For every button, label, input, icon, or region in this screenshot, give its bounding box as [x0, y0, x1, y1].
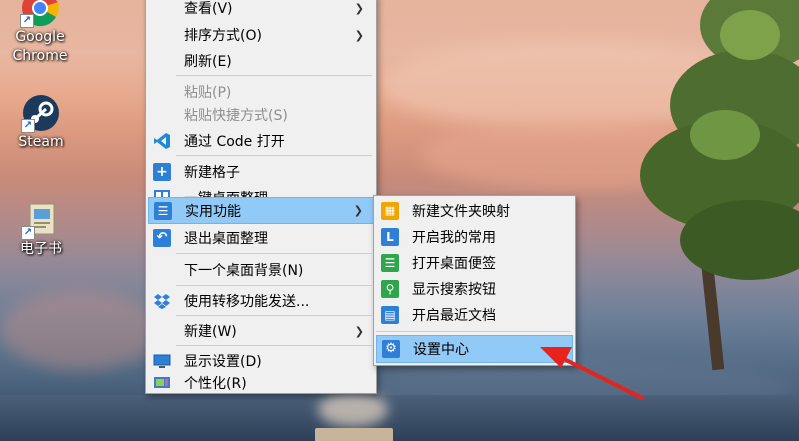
list-icon: ☰: [154, 202, 172, 220]
chrome-icon: ↗: [20, 0, 60, 28]
dropbox-icon: [153, 292, 171, 310]
display-icon: [153, 352, 171, 370]
menu-item-label: 粘贴快捷方式(S): [184, 108, 288, 124]
menu-item-label: 排序方式(O): [184, 28, 262, 44]
menu-item-label: 打开桌面便签: [412, 256, 496, 272]
menu-item-label: 开启最近文档: [412, 308, 496, 324]
menu-item-label: 使用转移功能发送...: [184, 294, 310, 310]
menu-item-sort[interactable]: 排序方式(O) ❯: [148, 22, 374, 48]
menu-item-send-transfer[interactable]: 使用转移功能发送...: [148, 288, 374, 314]
exit-icon: ↶: [153, 229, 171, 247]
folder-map-icon: ▦: [381, 202, 399, 220]
chevron-right-icon: ❯: [354, 324, 364, 338]
utilities-submenu: ▦ 新建文件夹映射 L 开启我的常用 ☰ 打开桌面便签 ⚲ 显示搜索按钮 ▤ 开…: [373, 195, 576, 366]
menu-separator: [376, 331, 571, 332]
search-icon: ⚲: [381, 280, 399, 298]
menu-item-next-background[interactable]: 下一个桌面背景(N): [148, 257, 374, 283]
desktop-icon-steam[interactable]: ↗ Steam: [0, 93, 82, 152]
menu-separator: [176, 315, 372, 316]
menu-separator: [176, 345, 372, 346]
menu-item-label: 显示设置(D): [184, 354, 262, 370]
menu-item-label: 显示搜索按钮: [412, 282, 496, 298]
chevron-right-icon: ❯: [354, 1, 364, 15]
chevron-right-icon: ❯: [353, 204, 363, 217]
menu-item-label: 新建文件夹映射: [412, 204, 510, 220]
menu-separator: [176, 75, 372, 76]
menu-item-label: 退出桌面整理: [184, 231, 268, 247]
menu-item-new-grid[interactable]: + 新建格子: [148, 159, 374, 185]
menu-item-refresh[interactable]: 刷新(E): [148, 48, 374, 74]
submenu-item-recent-docs[interactable]: ▤ 开启最近文档: [376, 302, 573, 328]
steam-icon: ↗: [21, 93, 61, 133]
menu-item-view[interactable]: 查看(V) ❯: [148, 0, 374, 21]
vscode-icon: [153, 132, 171, 150]
menu-item-label: 查看(V): [184, 1, 233, 17]
menu-item-label: 粘贴(P): [184, 85, 232, 101]
menu-item-label: 通过 Code 打开: [184, 134, 285, 150]
personalize-icon: [153, 374, 171, 392]
chevron-right-icon: ❯: [354, 28, 364, 42]
ebook-icon: ↗: [21, 200, 61, 240]
desktop-icon-ebook[interactable]: ↗ 电子书: [0, 200, 82, 259]
menu-item-label: 新建格子: [184, 165, 240, 181]
desktop-icon-label: Steam: [18, 134, 64, 150]
menu-item-utilities[interactable]: ☰ 实用功能 ❯: [148, 197, 374, 224]
menu-item-personalize[interactable]: 个性化(R): [148, 370, 374, 396]
submenu-item-settings-center[interactable]: ⚙ 设置中心: [376, 335, 573, 363]
menu-item-label: 个性化(R): [184, 376, 247, 392]
menu-item-label: 下一个桌面背景(N): [184, 263, 304, 279]
clock-icon: L: [381, 228, 399, 246]
desktop-icon-label: 电子书: [20, 241, 62, 257]
submenu-item-new-folder-map[interactable]: ▦ 新建文件夹映射: [376, 198, 573, 224]
submenu-item-search-button[interactable]: ⚲ 显示搜索按钮: [376, 276, 573, 302]
menu-separator: [176, 253, 372, 254]
add-box-icon: +: [153, 163, 171, 181]
submenu-item-my-frequent[interactable]: L 开启我的常用: [376, 224, 573, 250]
desktop-context-menu: 查看(V) ❯ 排序方式(O) ❯ 刷新(E) 粘贴(P) 粘贴快捷方式(S) …: [145, 0, 377, 394]
document-icon: ▤: [381, 306, 399, 324]
menu-separator: [176, 155, 372, 156]
menu-item-label: 新建(W): [184, 324, 237, 340]
gear-icon: ⚙: [382, 340, 400, 358]
desktop-icon-label: Google Chrome: [12, 29, 68, 64]
menu-item-label: 实用功能: [185, 203, 241, 220]
desktop-icon-chrome[interactable]: ↗ Google Chrome: [0, 0, 81, 66]
menu-separator: [176, 285, 372, 286]
menu-item-label: 开启我的常用: [412, 230, 496, 246]
menu-item-paste-shortcut: 粘贴快捷方式(S): [148, 102, 374, 128]
menu-item-new[interactable]: 新建(W) ❯: [148, 318, 374, 344]
menu-item-exit-tidy[interactable]: ↶ 退出桌面整理: [148, 225, 374, 251]
menu-item-label: 刷新(E): [184, 54, 232, 70]
note-icon: ☰: [381, 254, 399, 272]
submenu-item-desktop-notes[interactable]: ☰ 打开桌面便签: [376, 250, 573, 276]
menu-item-open-with-code[interactable]: 通过 Code 打开: [148, 128, 374, 154]
menu-item-label: 设置中心: [413, 342, 469, 358]
